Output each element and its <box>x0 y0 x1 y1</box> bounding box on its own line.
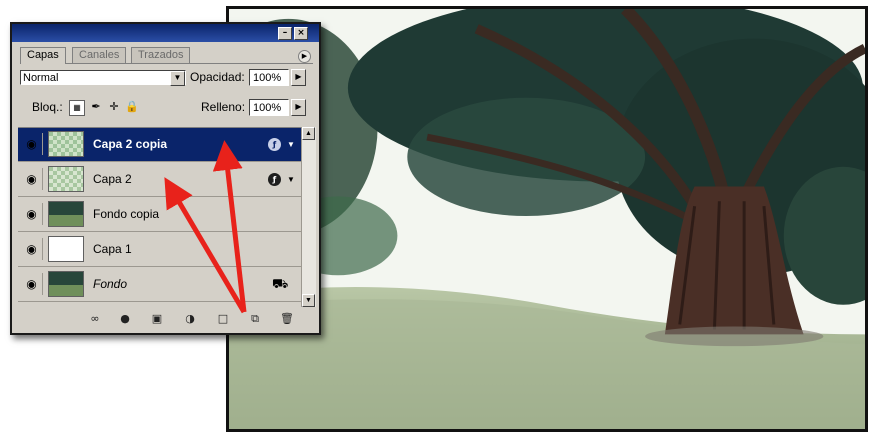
trash-icon[interactable]: 🗑 <box>280 312 294 326</box>
adjustment-icon[interactable]: ◑ <box>183 312 197 326</box>
link-icon[interactable]: ∞ <box>88 312 102 326</box>
scroll-up-icon[interactable]: ▲ <box>302 127 315 140</box>
layer-row[interactable]: ◉ Fondo ⛟ <box>18 268 301 302</box>
layer-name: Capa 2 copia <box>93 137 168 151</box>
layer-row[interactable]: ◉ Capa 2 ƒ ▼ <box>18 163 301 197</box>
palette-titlebar[interactable]: – × <box>12 24 319 42</box>
eye-icon[interactable]: ◉ <box>21 133 43 155</box>
lock-all-icon[interactable]: 🔒 <box>125 100 139 114</box>
scroll-down-icon[interactable]: ▼ <box>302 294 315 307</box>
eye-icon[interactable]: ◉ <box>21 273 43 295</box>
fill-label: Relleno: <box>201 100 246 114</box>
group-icon[interactable]: □ <box>216 312 230 326</box>
expand-triangle-icon[interactable]: ▼ <box>287 140 295 149</box>
layer-row[interactable]: ◉ Capa 2 copia ƒ ▼ <box>18 128 301 162</box>
lock-paint-icon[interactable]: ✒ <box>89 100 103 114</box>
layers-scrollbar[interactable]: ▲ ▼ <box>301 127 316 307</box>
new-layer-icon[interactable]: ⧉ <box>248 312 262 326</box>
layer-name: Fondo <box>93 277 128 291</box>
tab-capas[interactable]: Capas <box>20 47 66 64</box>
layer-thumbnail <box>48 166 84 192</box>
close-button[interactable]: × <box>294 27 308 40</box>
eye-icon[interactable]: ◉ <box>21 168 43 190</box>
layer-thumbnail <box>48 201 84 227</box>
layer-name: Fondo copia <box>93 207 160 221</box>
lock-label: Bloq.: <box>32 100 63 114</box>
tree-photo-art <box>229 9 865 429</box>
fill-slider-arrow-icon[interactable]: ▶ <box>291 99 306 116</box>
palette-bottom-bar: ∞ ● ▣ ◑ □ ⧉ 🗑 <box>18 309 315 331</box>
tab-canales[interactable]: Canales <box>72 47 127 63</box>
chevron-down-icon[interactable]: ▼ <box>170 71 185 86</box>
layer-style-icon[interactable]: ƒ <box>268 138 281 151</box>
opacity-slider-arrow-icon[interactable]: ▶ <box>291 69 306 86</box>
tree-photo <box>226 6 868 432</box>
palette-menu-icon[interactable]: ▶ <box>298 50 311 63</box>
opacity-input[interactable]: 100% <box>249 69 289 86</box>
lock-icon: ⛟ <box>272 276 289 291</box>
blend-mode-select[interactable]: Normal ▼ <box>20 70 186 86</box>
layer-style-icon[interactable]: ƒ <box>268 173 281 186</box>
layer-thumbnail <box>48 236 84 262</box>
lock-transparency-icon[interactable]: ▦ <box>69 100 85 116</box>
eye-icon[interactable]: ◉ <box>21 238 43 260</box>
layer-style-icon[interactable]: ● <box>118 312 132 326</box>
tab-trazados[interactable]: Trazados <box>131 47 191 63</box>
eye-icon[interactable]: ◉ <box>21 203 43 225</box>
layer-name: Capa 2 <box>93 172 132 186</box>
layer-thumbnail <box>48 271 84 297</box>
layer-name: Capa 1 <box>93 242 132 256</box>
mask-icon[interactable]: ▣ <box>150 312 164 326</box>
minimize-button[interactable]: – <box>278 27 292 40</box>
lock-move-icon[interactable]: ✛ <box>107 100 121 114</box>
layers-palette: – × Capas Canales Trazados ▶ Normal ▼ Op… <box>10 22 321 335</box>
fill-input[interactable]: 100% <box>249 99 289 116</box>
layer-thumbnail <box>48 131 84 157</box>
expand-triangle-icon[interactable]: ▼ <box>287 175 295 184</box>
blend-mode-value: Normal <box>23 72 59 84</box>
layer-row[interactable]: ◉ Fondo copia <box>18 198 301 232</box>
layer-row[interactable]: ◉ Capa 1 <box>18 233 301 267</box>
layers-list: ◉ Capa 2 copia ƒ ▼ ◉ Capa 2 ƒ ▼ ◉ Fondo … <box>18 127 301 308</box>
palette-tabs: Capas Canales Trazados <box>20 47 310 64</box>
opacity-label: Opacidad: <box>190 70 245 84</box>
